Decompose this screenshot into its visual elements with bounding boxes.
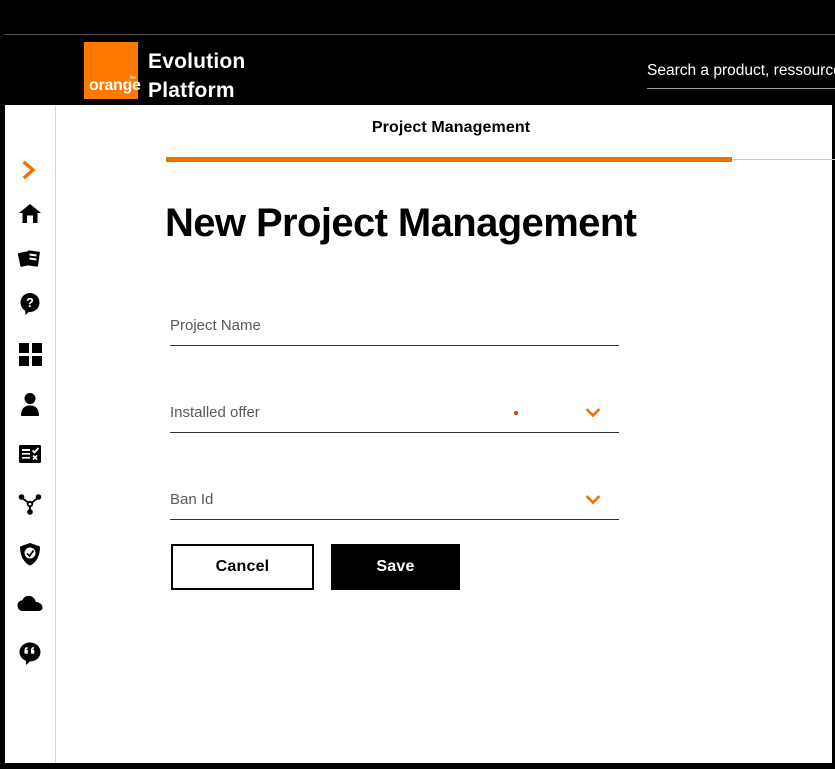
field-installed-offer[interactable]: Installed offer	[165, 397, 619, 433]
app-brand-name: Evolution Platform	[148, 47, 245, 105]
required-indicator-dot	[514, 411, 518, 415]
home-icon	[18, 202, 42, 226]
sidebar-item-security[interactable]	[5, 536, 55, 572]
chevron-right-icon	[22, 160, 38, 180]
sidebar-item-help[interactable]: ?	[5, 286, 55, 322]
body-frame: ? Project Management New Project Managem…	[5, 105, 835, 763]
field-label-ban-id: Ban Id	[170, 491, 214, 508]
left-sidebar: ?	[5, 105, 56, 763]
cloud-icon	[17, 595, 43, 613]
chevron-down-icon[interactable]	[585, 492, 601, 508]
checklist-icon	[18, 443, 42, 465]
trademark-icon: ™	[129, 76, 136, 83]
svg-text:?: ?	[26, 295, 34, 310]
cards-icon	[18, 248, 42, 270]
tab-project-management[interactable]: Project Management	[166, 119, 736, 137]
person-icon	[19, 392, 41, 416]
main-content: Project Management New Project Managemen…	[57, 105, 835, 763]
orange-logo[interactable]: orange ™	[84, 42, 141, 99]
header-divider	[5, 34, 835, 35]
field-project-name[interactable]: Project Name	[165, 310, 619, 346]
app-screen: orange ™ Evolution Platform Search a pro…	[0, 0, 835, 769]
search-input[interactable]	[646, 61, 835, 87]
cancel-button[interactable]: Cancel	[171, 544, 314, 590]
chevron-down-icon[interactable]	[585, 405, 601, 421]
page-title: New Project Management	[165, 201, 637, 245]
grid-icon	[18, 342, 42, 366]
field-label-installed-offer: Installed offer	[170, 404, 260, 421]
field-underline	[170, 345, 619, 346]
sidebar-item-catalog[interactable]	[5, 241, 55, 277]
field-underline	[170, 432, 619, 433]
save-button[interactable]: Save	[331, 544, 460, 590]
shield-icon	[19, 542, 41, 566]
search-container	[646, 61, 835, 89]
sidebar-item-feedback[interactable]	[5, 636, 55, 672]
sidebar-item-account[interactable]	[5, 386, 55, 422]
sidebar-item-home[interactable]	[5, 196, 55, 232]
top-header: orange ™ Evolution Platform	[0, 0, 835, 105]
tab-active-indicator	[166, 157, 732, 162]
sidebar-item-expand[interactable]	[5, 152, 55, 188]
sidebar-item-orders[interactable]	[5, 436, 55, 472]
field-label-project-name: Project Name	[170, 317, 261, 334]
field-underline	[170, 519, 619, 520]
search-underline	[647, 88, 835, 89]
tab-bar-divider	[732, 159, 835, 160]
brand-line-2: Platform	[148, 79, 235, 102]
sidebar-item-topology[interactable]	[5, 486, 55, 522]
field-ban-id[interactable]: Ban Id	[165, 484, 619, 520]
tab-bar: Project Management	[57, 105, 835, 165]
sidebar-item-cloud[interactable]	[5, 586, 55, 622]
sidebar-item-dashboard[interactable]	[5, 336, 55, 372]
question-bubble-icon: ?	[18, 292, 42, 316]
brand-line-1: Evolution	[148, 50, 246, 73]
quote-bubble-icon	[18, 642, 42, 666]
network-icon	[18, 492, 42, 516]
